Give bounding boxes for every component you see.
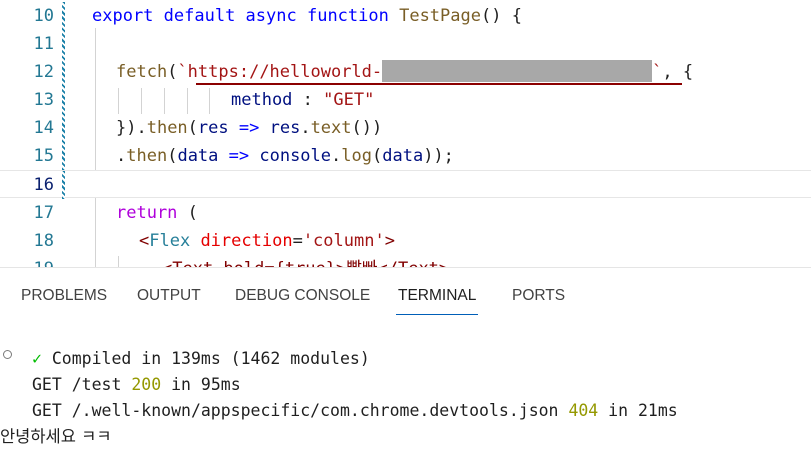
bottom-panel: PROBLEMS OUTPUT DEBUG CONSOLE TERMINAL P… bbox=[0, 267, 811, 448]
line-number: 15 bbox=[33, 146, 54, 166]
tab-problems[interactable]: PROBLEMS bbox=[21, 268, 107, 314]
git-modified-indicator[interactable] bbox=[62, 30, 65, 58]
git-modified-indicator[interactable] bbox=[62, 2, 65, 30]
line-number: 14 bbox=[33, 118, 54, 138]
line-number: 19 bbox=[0, 255, 54, 267]
panel-tab-bar: PROBLEMS OUTPUT DEBUG CONSOLE TERMINAL P… bbox=[0, 268, 811, 316]
line-number: 13 bbox=[33, 90, 54, 110]
terminal-line: GET /.well-known/appspecific/com.chrome.… bbox=[32, 401, 678, 420]
code-text: fetch(`https://helloworld- `, { bbox=[116, 58, 693, 86]
code-line-15[interactable]: 15 .then(data => console.log(data)); bbox=[0, 142, 811, 170]
command-status-circle-icon[interactable] bbox=[3, 350, 12, 359]
code-line-18[interactable]: 18 <Flex direction='column'> bbox=[0, 227, 811, 255]
git-modified-indicator[interactable] bbox=[62, 86, 65, 114]
code-line-16[interactable]: 16 bbox=[0, 170, 811, 199]
error-squiggle bbox=[196, 83, 682, 85]
tab-ports[interactable]: PORTS bbox=[512, 268, 565, 314]
line-number: 12 bbox=[33, 62, 54, 82]
code-text: export default async function TestPage()… bbox=[92, 6, 522, 26]
line-number: 10 bbox=[33, 6, 54, 26]
line-number: 11 bbox=[33, 34, 54, 54]
code-line-12[interactable]: 12 fetch(`https://helloworld- `, { bbox=[0, 58, 811, 86]
tab-output[interactable]: OUTPUT bbox=[137, 268, 201, 314]
code-text: method : "GET" bbox=[231, 90, 375, 110]
tab-terminal[interactable]: TERMINAL bbox=[396, 268, 479, 315]
git-modified-indicator[interactable] bbox=[62, 142, 65, 170]
git-modified-indicator[interactable] bbox=[62, 58, 65, 86]
terminal-line: ✓ Compiled in 139ms (1462 modules) bbox=[32, 349, 370, 368]
code-line-17[interactable]: 17 return ( bbox=[0, 199, 811, 227]
terminal-line: 안녕하세요 ㅋㅋ bbox=[0, 427, 112, 446]
terminal-line: GET /test 200 in 95ms bbox=[32, 375, 241, 394]
code-line-19[interactable]: 19 <Text bold={true}>빨빠</Text> bbox=[0, 255, 811, 267]
code-text: <Text bold={true}>빨빠</Text> bbox=[162, 255, 449, 267]
git-modified-indicator[interactable] bbox=[62, 114, 65, 142]
code-line-13[interactable]: 13 method : "GET" bbox=[0, 86, 811, 114]
git-modified-indicator[interactable] bbox=[62, 171, 65, 199]
line-number: 18 bbox=[33, 231, 54, 251]
line-number: 17 bbox=[33, 203, 54, 223]
code-text: return ( bbox=[116, 203, 198, 223]
code-text: <Flex direction='column'> bbox=[139, 231, 395, 251]
code-text: .then(data => console.log(data)); bbox=[116, 146, 454, 166]
code-text: }).then(res => res.text()) bbox=[116, 118, 383, 138]
redacted-region bbox=[382, 59, 653, 82]
code-line-14[interactable]: 14 }).then(res => res.text()) bbox=[0, 114, 811, 142]
tab-debug-console[interactable]: DEBUG CONSOLE bbox=[235, 268, 370, 314]
code-line-10[interactable]: 10 export default async function TestPag… bbox=[0, 2, 811, 30]
code-line-11[interactable]: 11 bbox=[0, 30, 811, 58]
code-editor[interactable]: 10 export default async function TestPag… bbox=[0, 0, 811, 267]
line-number: 16 bbox=[33, 175, 54, 195]
check-icon: ✓ bbox=[32, 349, 42, 368]
